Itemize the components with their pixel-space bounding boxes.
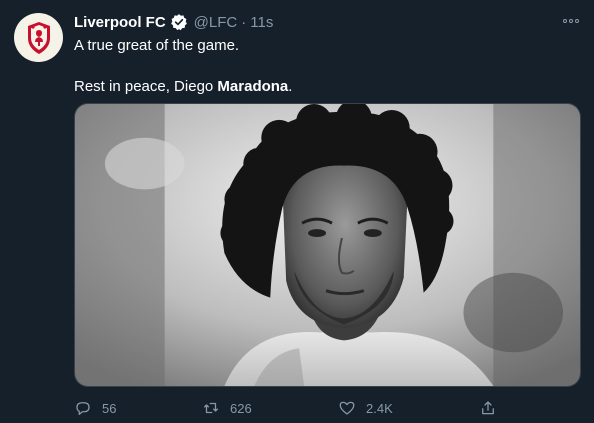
verified-badge-icon	[170, 14, 187, 31]
tweet-text-suffix: .	[288, 78, 293, 95]
like-button[interactable]: 2.4K	[338, 397, 393, 419]
reply-button[interactable]: 56	[74, 397, 116, 419]
more-options-icon[interactable]	[561, 14, 581, 28]
heart-icon	[339, 401, 355, 415]
like-count: 2.4K	[366, 400, 393, 416]
retweet-icon	[203, 402, 219, 414]
tweet-header: Liverpool FC @LFC · 11s	[74, 12, 273, 32]
avatar[interactable]	[14, 13, 63, 62]
portrait-photo	[75, 104, 580, 386]
retweet-count: 626	[230, 400, 252, 416]
share-icon	[482, 401, 494, 415]
tweet-actions: 56 626 2.4K	[74, 397, 581, 419]
tweet-text-line-1: A true great of the game.	[74, 37, 240, 54]
header-separator: ·	[241, 13, 247, 31]
tweet-text-line-2: Rest in peace, Diego Maradona.	[74, 78, 292, 95]
retweet-button[interactable]: 626	[202, 397, 252, 419]
tweet-text-prefix: Rest in peace, Diego	[74, 78, 218, 95]
reply-count: 56	[102, 400, 117, 416]
tweet-text-bold: Maradona	[217, 78, 289, 95]
display-name[interactable]: Liverpool FC	[74, 14, 166, 31]
user-handle[interactable]: @LFC	[194, 14, 238, 31]
tweet-timestamp[interactable]: 11s	[250, 14, 273, 31]
tweet-photo[interactable]	[74, 103, 581, 387]
share-button[interactable]	[479, 397, 497, 419]
reply-icon	[76, 402, 90, 416]
liverbird-crest-icon	[27, 21, 50, 54]
